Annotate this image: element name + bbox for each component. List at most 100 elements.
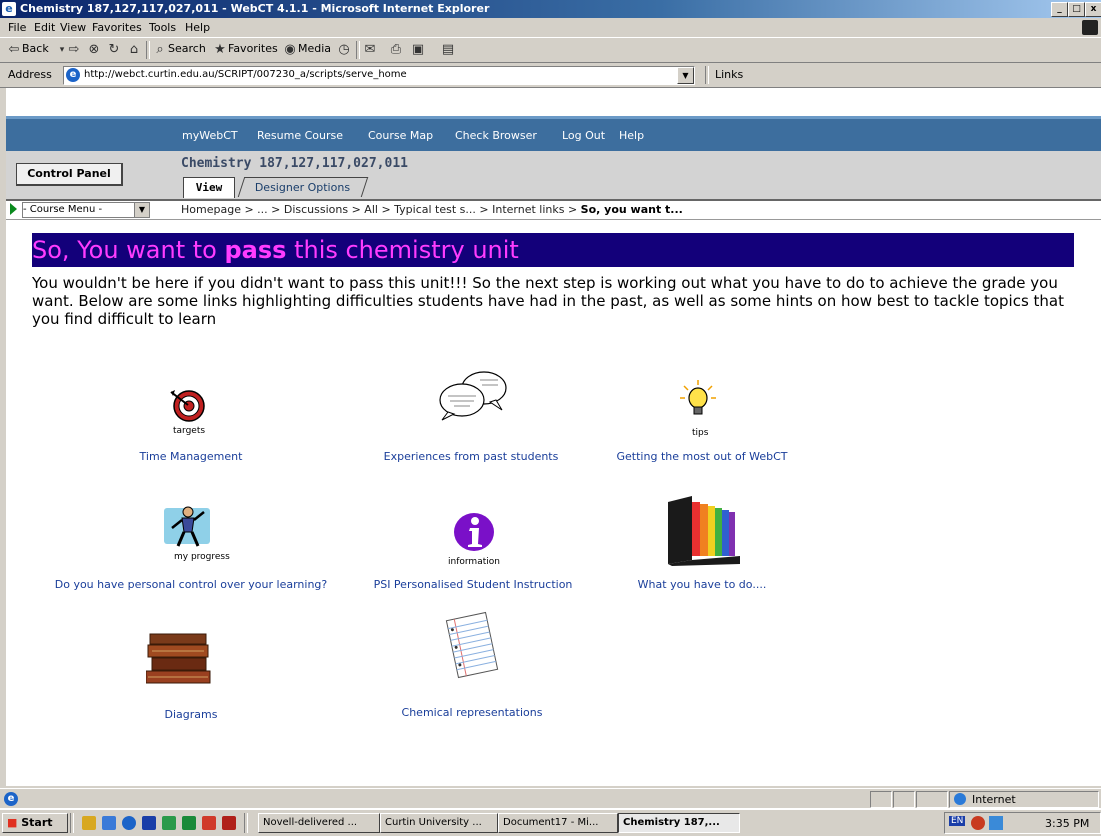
tray-network-icon[interactable] [989, 816, 1003, 830]
play-arrow-icon[interactable] [10, 203, 17, 215]
search-icon[interactable]: ⌕ [152, 42, 168, 58]
menu-file[interactable]: File [8, 21, 26, 34]
tile-what-you-have-to-do[interactable]: What you have to do.... [612, 494, 792, 592]
tile-getting-most-webct[interactable]: tips Getting the most out of WebCT [602, 378, 802, 465]
edit-icon[interactable]: ▣ [410, 42, 426, 58]
print-icon[interactable]: ⎙ [388, 42, 404, 58]
tab-designer-options[interactable]: Designer Options [237, 177, 369, 197]
address-url[interactable]: http://webct.curtin.edu.au/SCRIPT/007230… [84, 69, 407, 80]
lightbulb-icon[interactable] [678, 378, 718, 422]
powerpoint-quicklaunch-icon[interactable] [202, 816, 216, 830]
ie-icon: e [2, 2, 16, 16]
link-time-management[interactable]: Time Management [106, 450, 276, 463]
link-what-you-have-to-do[interactable]: What you have to do.... [612, 578, 792, 591]
information-icon[interactable] [452, 510, 496, 554]
breadcrumb-path[interactable]: Homepage > ... > Discussions > All > Typ… [181, 203, 581, 216]
menu-help[interactable]: Help [185, 21, 210, 34]
link-diagrams[interactable]: Diagrams [106, 708, 276, 721]
task-document17[interactable]: Document17 - Mi... [498, 813, 618, 833]
link-experiences[interactable]: Experiences from past students [366, 450, 576, 463]
back-button[interactable]: Back [22, 42, 49, 55]
link-personal-control[interactable]: Do you have personal control over your l… [6, 578, 376, 591]
media-icon[interactable]: ◉ [282, 42, 298, 58]
link-psi[interactable]: PSI Personalised Student Instruction [356, 578, 590, 591]
ie-quicklaunch-icon[interactable] [122, 816, 136, 830]
back-icon[interactable]: ⇦ [6, 42, 22, 58]
taskbar: ■ Start Novell-delivered ... Curtin Univ… [0, 808, 1101, 836]
mail-icon[interactable]: ✉ [362, 42, 378, 58]
search-button[interactable]: Search [168, 42, 206, 55]
course-header: Control Panel Chemistry 187,127,117,027,… [6, 151, 1101, 201]
course-menu-select[interactable]: - Course Menu - ▼ [22, 202, 150, 218]
runner-icon[interactable] [162, 502, 214, 552]
language-indicator[interactable]: EN [949, 816, 966, 826]
menu-edit[interactable]: Edit [34, 21, 55, 34]
nav-check-browser[interactable]: Check Browser [455, 129, 537, 142]
discuss-icon[interactable]: ▤ [440, 42, 456, 58]
task-novell[interactable]: Novell-delivered ... [258, 813, 380, 833]
page-title-bold: pass [224, 236, 287, 264]
course-menu-label: - Course Menu - [23, 204, 103, 215]
tile-experiences[interactable]: Experiences from past students [366, 368, 576, 465]
target-icon[interactable] [169, 384, 209, 424]
menu-view[interactable]: View [60, 21, 86, 34]
breadcrumb-current: So, you want t... [580, 203, 683, 216]
desktop-quicklaunch-icon[interactable] [82, 816, 96, 830]
word-quicklaunch-icon[interactable] [142, 816, 156, 830]
address-input[interactable]: e http://webct.curtin.edu.au/SCRIPT/0072… [63, 66, 695, 85]
links-button[interactable]: Links [715, 68, 743, 81]
file-folders-icon[interactable] [662, 494, 742, 566]
tile-time-management[interactable]: targets Time Management [106, 380, 276, 465]
search-quicklaunch-icon[interactable] [102, 816, 116, 830]
acrobat-quicklaunch-icon[interactable] [222, 816, 236, 830]
tile-chemical-representations[interactable]: Chemical representations [366, 610, 578, 722]
status-panel-2 [893, 791, 915, 808]
tray-app-icon[interactable] [971, 816, 985, 830]
stop-icon[interactable]: ⊗ [86, 42, 102, 58]
maximize-button[interactable]: □ [1068, 2, 1085, 17]
tile-diagrams[interactable]: Diagrams [106, 626, 276, 722]
nav-mywebct[interactable]: myWebCT [182, 129, 238, 142]
notepad-icon[interactable] [442, 610, 502, 680]
icon-label-my-progress: my progress [174, 552, 230, 562]
books-icon[interactable] [146, 630, 212, 686]
clock: 3:35 PM [1045, 817, 1090, 830]
history-icon[interactable]: ◷ [336, 42, 352, 58]
nav-help[interactable]: Help [619, 129, 644, 142]
window-title: Chemistry 187,127,117,027,011 - WebCT 4.… [20, 2, 490, 15]
nav-resume-course[interactable]: Resume Course [257, 129, 343, 142]
excel-quicklaunch-icon[interactable] [182, 816, 196, 830]
control-panel-button[interactable]: Control Panel [16, 163, 123, 186]
forward-icon[interactable]: ⇨ [66, 42, 82, 58]
course-menu[interactable]: - Course Menu - ▼ [10, 202, 152, 218]
link-chemical-representations[interactable]: Chemical representations [366, 706, 578, 719]
nav-log-out[interactable]: Log Out [562, 129, 605, 142]
address-dropdown-button[interactable]: ▼ [677, 67, 694, 84]
start-button[interactable]: ■ Start [2, 813, 68, 833]
link-getting-most-webct[interactable]: Getting the most out of WebCT [602, 450, 802, 463]
menu-tools[interactable]: Tools [149, 21, 176, 34]
menu-favorites[interactable]: Favorites [92, 21, 142, 34]
refresh-icon[interactable]: ↻ [106, 42, 122, 58]
page-title-pre: So, You want to [32, 236, 225, 264]
close-button[interactable]: x [1085, 2, 1101, 17]
chevron-down-icon[interactable]: ▼ [134, 203, 149, 217]
nav-course-map[interactable]: Course Map [368, 129, 433, 142]
task-chemistry[interactable]: Chemistry 187,... [618, 813, 740, 833]
tile-psi[interactable]: information PSI Personalised Student Ins… [356, 510, 590, 592]
menu-bar: File Edit View Favorites Tools Help [0, 19, 1101, 38]
minimize-button[interactable]: _ [1051, 2, 1068, 17]
system-tray: EN 3:35 PM [944, 812, 1101, 834]
tab-view[interactable]: View [183, 177, 235, 198]
favorites-button[interactable]: Favorites [228, 42, 278, 55]
task-curtin[interactable]: Curtin University ... [380, 813, 498, 833]
app-quicklaunch-icon[interactable] [162, 816, 176, 830]
favorites-icon[interactable]: ★ [212, 42, 228, 58]
speech-bubbles-icon[interactable] [434, 370, 514, 422]
home-icon[interactable]: ⌂ [126, 42, 142, 58]
window-title-bar: e Chemistry 187,127,117,027,011 - WebCT … [0, 0, 1101, 18]
tile-personal-control[interactable]: my progress Do you have personal control… [6, 502, 376, 592]
media-button[interactable]: Media [298, 42, 331, 55]
course-title: Chemistry 187,127,117,027,011 [181, 156, 408, 171]
address-bar: Address e http://webct.curtin.edu.au/SCR… [0, 63, 1101, 88]
